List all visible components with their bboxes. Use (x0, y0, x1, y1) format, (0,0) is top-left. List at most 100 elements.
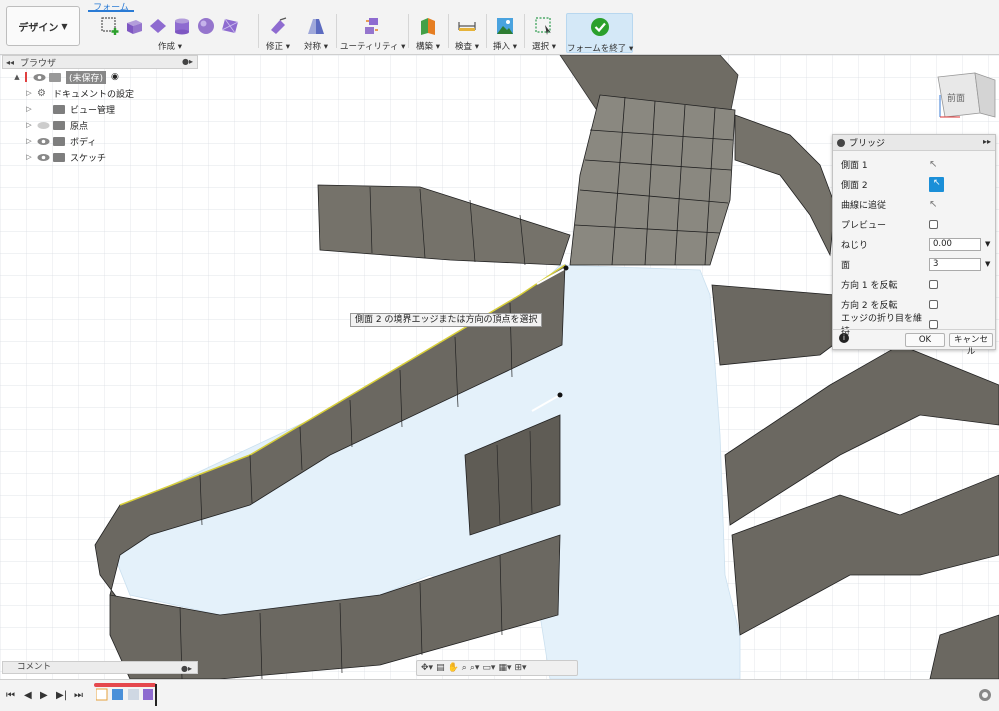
plane-icon[interactable] (148, 16, 168, 36)
inspect-group[interactable]: 検査 ▾ (452, 14, 482, 54)
step-back-icon[interactable]: ◀ (24, 690, 32, 701)
play-icon[interactable]: ▶ (40, 690, 48, 701)
expand-icon[interactable]: ▷ (24, 137, 34, 145)
cancel-button[interactable]: キャンセル (949, 333, 993, 357)
finish-form-button[interactable]: フォームを終了 ▾ (566, 13, 633, 54)
expand-icon[interactable]: ▷ (24, 89, 34, 97)
document-icon (49, 72, 61, 82)
tree-item-sketches[interactable]: ▷ スケッチ (2, 149, 198, 165)
tree-item-views[interactable]: ▷ ビュー管理 (2, 101, 198, 117)
dialog-header[interactable]: ブリッジ ▸▸ (833, 135, 995, 151)
flip-dir2-checkbox[interactable] (929, 299, 938, 309)
minimize-icon[interactable] (837, 138, 845, 147)
symmetry-group[interactable]: 対称 ▾ (300, 14, 332, 54)
tree-root[interactable]: ▲ (未保存) ◉ (2, 69, 198, 85)
expand-icon[interactable]: ▷ (24, 105, 34, 113)
gear-icon[interactable] (979, 689, 991, 701)
symmetry-menu[interactable]: 対称 ▾ (300, 40, 332, 52)
viewports-icon[interactable]: ⊞▾ (514, 663, 526, 673)
expand-icon[interactable]: ▲ (12, 73, 22, 81)
browser-header[interactable]: ◂◂ ブラウザ ●▸ (2, 55, 198, 69)
vertex-handle[interactable] (557, 392, 563, 398)
create-menu[interactable]: 作成 ▾ (88, 40, 252, 52)
expand-icon[interactable]: ▷ (24, 153, 34, 161)
chevron-down-icon[interactable]: ▼ (985, 240, 990, 248)
folder-icon (53, 136, 65, 146)
eye-icon[interactable] (37, 153, 50, 162)
expand-icon[interactable]: ▷ (24, 121, 34, 129)
side2-row: 側面 2 ↖ (841, 175, 991, 193)
collapse-icon[interactable]: ◂◂ (6, 58, 14, 67)
workspace-switcher[interactable]: デザイン ▼ (6, 6, 80, 46)
select-menu[interactable]: 選択 ▾ (528, 40, 560, 52)
sphere-icon[interactable] (196, 16, 216, 36)
chevron-down-icon[interactable]: ▼ (985, 260, 990, 268)
eye-icon[interactable] (37, 137, 50, 146)
keep-creases-checkbox[interactable] (929, 319, 938, 329)
flip-dir1-checkbox[interactable] (929, 279, 938, 289)
comments-panel[interactable]: コメント ●▸ (2, 661, 198, 674)
faces-input[interactable]: 3 (929, 257, 981, 271)
toolbar: デザイン ▼ フォーム 作成 ▾ 修正 ▾ 対称 ▾ ユーティリティ ▾ 構築 … (0, 0, 999, 55)
construct-group[interactable]: 構築 ▾ (412, 14, 444, 54)
tree-label: ボディ (70, 137, 97, 148)
display-settings-icon[interactable]: ▭▾ (482, 663, 495, 673)
expand-icon[interactable]: ▸▸ (983, 137, 991, 146)
tab-form[interactable]: フォーム (88, 0, 134, 13)
timeline-features[interactable] (96, 688, 154, 702)
symmetry-icon[interactable] (306, 16, 326, 36)
modify-group[interactable]: 修正 ▾ (262, 14, 294, 54)
chevron-down-icon: ▼ (61, 21, 68, 31)
fit-icon[interactable]: ⌕▾ (470, 663, 480, 673)
insert-menu[interactable]: 挿入 ▾ (490, 40, 520, 52)
eye-icon[interactable] (33, 73, 46, 82)
construct-icon[interactable] (418, 16, 438, 36)
zoom-icon[interactable]: ⌕ (462, 663, 467, 673)
grid-settings-icon[interactable]: ▦▾ (498, 663, 511, 673)
select-icon[interactable] (534, 16, 554, 36)
inspect-icon[interactable] (457, 16, 477, 36)
quadball-icon[interactable] (220, 16, 240, 36)
timeline-marker[interactable] (155, 684, 157, 706)
pin-icon[interactable]: ●▸ (182, 57, 193, 66)
folder-icon (53, 104, 65, 114)
look-at-icon[interactable]: ▤ (436, 663, 445, 673)
tree-label: スケッチ (70, 153, 107, 164)
utility-group[interactable]: ユーティリティ ▾ (340, 14, 405, 54)
insert-icon[interactable] (495, 16, 515, 36)
select-group[interactable]: 選択 ▾ (528, 14, 560, 54)
box-icon[interactable] (124, 16, 144, 36)
info-icon[interactable]: i (839, 333, 849, 343)
pan-icon[interactable]: ✋ (448, 663, 459, 673)
tree-item-bodies[interactable]: ▷ ボディ (2, 133, 198, 149)
modify-icon[interactable] (268, 16, 288, 36)
pin-icon[interactable]: ●▸ (181, 663, 192, 674)
viewcube[interactable]: 前面 (937, 72, 996, 118)
utility-menu[interactable]: ユーティリティ ▾ (340, 40, 405, 52)
cursor-icon[interactable]: ↖ (929, 199, 937, 210)
side2-select-button[interactable]: ↖ (929, 176, 944, 192)
twist-input[interactable]: 0.00 (929, 237, 981, 251)
vertex-handle[interactable] (563, 265, 569, 271)
step-forward-icon[interactable]: ▶| (56, 690, 67, 701)
workspace-label: デザイン (18, 22, 59, 34)
modify-menu[interactable]: 修正 ▾ (262, 40, 294, 52)
record-icon[interactable]: ◉ (111, 72, 119, 82)
preview-checkbox[interactable] (929, 219, 938, 229)
create-form-icon[interactable] (100, 16, 120, 36)
create-group[interactable]: 作成 ▾ (88, 14, 252, 54)
go-to-end-icon[interactable]: ⏭ (74, 690, 83, 701)
cursor-icon[interactable]: ↖ (929, 159, 937, 170)
orbit-icon[interactable]: ✥▾ (421, 663, 433, 673)
insert-group[interactable]: 挿入 ▾ (490, 14, 520, 54)
browser-title: ブラウザ (20, 58, 57, 69)
tree-item-origin[interactable]: ▷ 原点 (2, 117, 198, 133)
go-to-start-icon[interactable]: ⏮ (6, 690, 15, 701)
ok-button[interactable]: OK (905, 333, 945, 347)
eye-hidden-icon[interactable] (37, 121, 50, 130)
inspect-menu[interactable]: 検査 ▾ (452, 40, 482, 52)
tree-item-settings[interactable]: ▷ ⚙ ドキュメントの設定 (2, 85, 198, 101)
cylinder-icon[interactable] (172, 16, 192, 36)
utility-icon[interactable] (362, 16, 382, 36)
construct-menu[interactable]: 構築 ▾ (412, 40, 444, 52)
